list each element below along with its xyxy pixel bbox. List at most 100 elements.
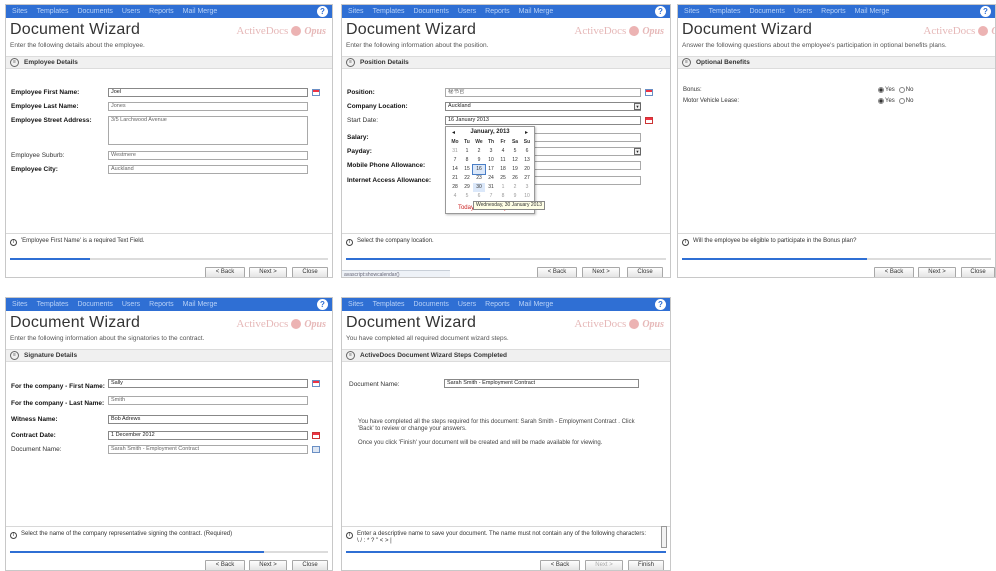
calendar-day[interactable]: 8 <box>497 192 509 201</box>
first-name-input[interactable]: Joel <box>108 88 308 97</box>
lookup-icon[interactable] <box>312 89 320 96</box>
next-button[interactable]: Next > <box>918 267 956 277</box>
calendar-day[interactable]: 24 <box>485 174 497 183</box>
nav-mail-merge[interactable]: Mail Merge <box>519 301 554 308</box>
calendar-day[interactable]: 8 <box>461 156 473 165</box>
back-button[interactable]: < Back <box>205 560 245 570</box>
back-button[interactable]: < Back <box>874 267 914 277</box>
calendar-day[interactable]: 9 <box>473 156 485 165</box>
city-input[interactable]: Auckland <box>108 165 308 174</box>
scrollbar[interactable] <box>661 526 667 548</box>
witness-name-input[interactable]: Bob Adrews <box>108 415 308 424</box>
company-first-name-input[interactable]: Sally <box>108 379 308 388</box>
calendar-day[interactable]: 10 <box>485 156 497 165</box>
section-collapse-icon[interactable]: ≡ <box>10 58 19 67</box>
calendar-day[interactable]: 28 <box>449 183 461 192</box>
nav-sites[interactable]: Sites <box>348 301 364 308</box>
calendar-day[interactable]: 12 <box>509 156 521 165</box>
section-collapse-icon[interactable]: ≡ <box>682 58 691 67</box>
calendar-day[interactable]: 18 <box>497 165 509 174</box>
calendar-day[interactable]: 5 <box>509 147 521 156</box>
company-location-select[interactable]: Auckland <box>445 102 641 111</box>
nav-users[interactable]: Users <box>458 8 476 15</box>
finish-button[interactable]: Finish <box>628 560 664 570</box>
nav-templates[interactable]: Templates <box>373 8 405 15</box>
section-collapse-icon[interactable]: ≡ <box>10 351 19 360</box>
calendar-day[interactable]: 9 <box>509 192 521 201</box>
start-date-input[interactable]: 16 January 2013 <box>445 116 641 125</box>
nav-documents[interactable]: Documents <box>413 301 448 308</box>
calendar-day[interactable]: 15 <box>461 165 473 174</box>
suburb-input[interactable]: Westmere <box>108 151 308 160</box>
calendar-day[interactable]: 11 <box>497 156 509 165</box>
nav-mail-merge[interactable]: Mail Merge <box>183 8 218 15</box>
calendar-day[interactable]: 3 <box>521 183 533 192</box>
nav-documents[interactable]: Documents <box>413 8 448 15</box>
calendar-day[interactable]: 5 <box>461 192 473 201</box>
nav-sites[interactable]: Sites <box>348 8 364 15</box>
calendar-day[interactable]: 31 <box>449 147 461 156</box>
nav-reports[interactable]: Reports <box>485 301 510 308</box>
back-button[interactable]: < Back <box>205 267 245 277</box>
lookup-icon[interactable] <box>645 89 653 96</box>
nav-sites[interactable]: Sites <box>12 301 28 308</box>
nav-users[interactable]: Users <box>794 8 812 15</box>
help-icon[interactable]: ? <box>655 6 666 17</box>
close-button[interactable]: Close <box>961 267 995 277</box>
back-button[interactable]: < Back <box>540 560 580 570</box>
calendar-day[interactable]: 1 <box>497 183 509 192</box>
nav-mail-merge[interactable]: Mail Merge <box>183 301 218 308</box>
calendar-day[interactable]: 13 <box>521 156 533 165</box>
next-button[interactable]: Next > <box>582 267 620 277</box>
calendar-day[interactable]: 30 <box>473 183 485 192</box>
next-month-icon[interactable]: ▸ <box>525 129 528 137</box>
calendar-icon[interactable] <box>645 117 653 124</box>
nav-templates[interactable]: Templates <box>373 301 405 308</box>
calendar-day[interactable]: 17 <box>485 165 497 174</box>
calendar-day[interactable]: 27 <box>521 174 533 183</box>
back-button[interactable]: < Back <box>537 267 577 277</box>
nav-mail-merge[interactable]: Mail Merge <box>855 8 890 15</box>
position-input[interactable]: 秘书官 <box>445 88 641 97</box>
nav-users[interactable]: Users <box>122 301 140 308</box>
next-button[interactable]: Next > <box>249 560 287 570</box>
calendar-day[interactable]: 16 <box>472 164 486 175</box>
contract-date-input[interactable]: 1 December 2012 <box>108 431 308 440</box>
nav-templates[interactable]: Templates <box>709 8 741 15</box>
calendar-day[interactable]: 4 <box>449 192 461 201</box>
calendar-day[interactable]: 2 <box>509 183 521 192</box>
close-button[interactable]: Close <box>292 267 328 277</box>
nav-documents[interactable]: Documents <box>749 8 784 15</box>
document-name-input[interactable]: Sarah Smith - Employment Contract <box>108 445 308 454</box>
help-icon[interactable]: ? <box>980 6 991 17</box>
nav-reports[interactable]: Reports <box>149 8 174 15</box>
bonus-yes-radio[interactable] <box>878 87 884 93</box>
calendar-day[interactable]: 26 <box>509 174 521 183</box>
nav-mail-merge[interactable]: Mail Merge <box>519 8 554 15</box>
nav-sites[interactable]: Sites <box>12 8 28 15</box>
help-icon[interactable]: ? <box>317 299 328 310</box>
prev-month-icon[interactable]: ◂ <box>452 129 455 137</box>
calendar-day[interactable]: 6 <box>473 192 485 201</box>
section-collapse-icon[interactable]: ≡ <box>346 351 355 360</box>
last-name-input[interactable]: Jones <box>108 102 308 111</box>
close-button[interactable]: Close <box>627 267 663 277</box>
nav-documents[interactable]: Documents <box>77 8 112 15</box>
calendar-day[interactable]: 7 <box>485 192 497 201</box>
chevron-down-icon[interactable]: ▼ <box>634 103 641 110</box>
nav-templates[interactable]: Templates <box>37 8 69 15</box>
calendar-day[interactable]: 1 <box>461 147 473 156</box>
section-collapse-icon[interactable]: ≡ <box>346 58 355 67</box>
calendar-day[interactable]: 19 <box>509 165 521 174</box>
calendar-day[interactable]: 4 <box>497 147 509 156</box>
chevron-down-icon[interactable]: ▼ <box>634 148 641 155</box>
vehicle-yes-radio[interactable] <box>878 98 884 104</box>
calendar-day[interactable]: 10 <box>521 192 533 201</box>
calendar-day[interactable]: 22 <box>461 174 473 183</box>
help-icon[interactable]: ? <box>655 299 666 310</box>
nav-users[interactable]: Users <box>458 301 476 308</box>
nav-templates[interactable]: Templates <box>37 301 69 308</box>
help-icon[interactable]: ? <box>317 6 328 17</box>
nav-reports[interactable]: Reports <box>149 301 174 308</box>
vehicle-no-radio[interactable] <box>898 98 905 104</box>
